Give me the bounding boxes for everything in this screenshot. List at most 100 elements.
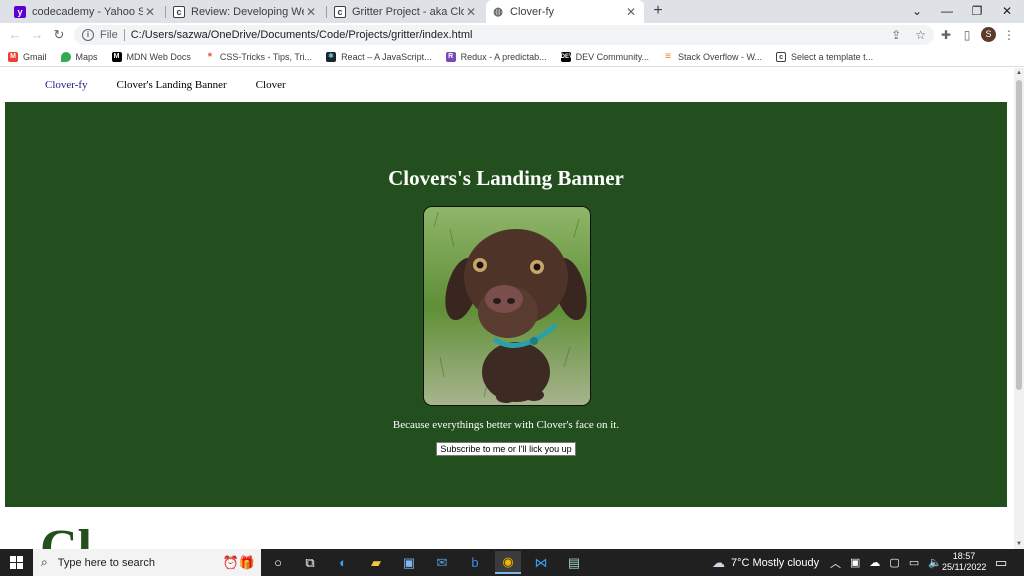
- notifications-icon[interactable]: ▭: [995, 549, 1007, 576]
- battery-icon[interactable]: ▭: [909, 556, 919, 569]
- bookmark-label: CSS-Tricks - Tips, Tri...: [219, 51, 313, 62]
- dog-illustration: [424, 207, 590, 405]
- search-icon: ⌕: [41, 555, 48, 569]
- extensions-puzzle-icon[interactable]: ✚: [938, 27, 954, 43]
- cortana-icon[interactable]: ○: [265, 551, 291, 574]
- react-icon: ⚛: [326, 51, 337, 62]
- notepad-icon[interactable]: ▤: [561, 551, 587, 574]
- site-nav: Clover-fy Clover's Landing Banner Clover: [45, 79, 286, 91]
- bookmark-label: DEV Community...: [575, 51, 650, 62]
- tab-search-chevron-icon[interactable]: ⌄: [902, 0, 932, 23]
- nav-link-landing-banner[interactable]: Clover's Landing Banner: [117, 79, 227, 91]
- taskbar-clock[interactable]: 18:57 25/11/2022: [942, 551, 986, 573]
- close-icon[interactable]: ✕: [304, 5, 318, 19]
- bookmark-label: React – A JavaScript...: [341, 51, 432, 62]
- bookmark-gmail[interactable]: M Gmail: [8, 51, 47, 62]
- page-scrollbar[interactable]: ▲ ▼: [1014, 68, 1024, 549]
- partial-section-heading: Cl: [40, 520, 92, 550]
- browser-tab-1[interactable]: y codecademy - Yahoo Search Res ✕: [8, 0, 163, 23]
- info-icon[interactable]: i: [82, 29, 94, 41]
- tab-strip: y codecademy - Yahoo Search Res ✕ c Revi…: [0, 0, 1024, 23]
- browser-tab-3[interactable]: c Gritter Project - aka Clover - Co ✕: [328, 0, 484, 23]
- bookmarks-bar: M Gmail Maps M MDN Web Docs * CSS-Tricks…: [0, 47, 1024, 67]
- tab-divider: [326, 6, 327, 18]
- edge-icon[interactable]: ◐: [330, 551, 356, 574]
- bookmark-react[interactable]: ⚛ React – A JavaScript...: [326, 51, 432, 62]
- tray-chevron-icon[interactable]: ︿: [830, 555, 841, 571]
- codecademy-icon: c: [776, 51, 787, 62]
- window-close-icon[interactable]: ✕: [992, 0, 1022, 23]
- task-view-icon[interactable]: ⧉: [297, 551, 323, 574]
- tab-title: codecademy - Yahoo Search Res: [32, 5, 143, 18]
- minimize-icon[interactable]: —: [932, 0, 962, 23]
- reload-icon[interactable]: ↻: [51, 27, 67, 43]
- weather-text: 7°C Mostly cloudy: [731, 556, 820, 569]
- tab-title: Gritter Project - aka Clover - Co: [352, 5, 464, 18]
- address-bar[interactable]: i File C:/Users/sazwa/OneDrive/Documents…: [74, 25, 934, 45]
- globe-icon: ◍: [492, 5, 504, 18]
- dev-icon: DEV: [560, 51, 574, 62]
- bookmark-css-tricks[interactable]: * CSS-Tricks - Tips, Tri...: [204, 51, 313, 62]
- close-icon[interactable]: ✕: [143, 5, 157, 19]
- stackoverflow-icon: ≡: [663, 51, 674, 62]
- bookmark-star-icon[interactable]: ☆: [915, 28, 926, 42]
- taskbar-search-box[interactable]: ⌕ Type here to search ⏰🎁: [33, 549, 261, 576]
- banner-tagline: Because everythings better with Clover's…: [392, 419, 620, 431]
- windows-taskbar: ⌕ Type here to search ⏰🎁 ○ ⧉ ◐ ▰ ▣ ✉ b ◉…: [0, 549, 1024, 576]
- bookmark-label: Select a template t...: [791, 51, 874, 62]
- side-panel-icon[interactable]: ▯: [959, 27, 975, 43]
- nav-link-clover[interactable]: Clover: [256, 79, 286, 91]
- scroll-down-icon[interactable]: ▼: [1014, 539, 1024, 549]
- bing-icon[interactable]: b: [462, 551, 488, 574]
- cloudy-weather-icon: ☁: [712, 554, 725, 570]
- profile-avatar[interactable]: S: [981, 27, 996, 42]
- back-arrow-icon[interactable]: ←: [7, 27, 23, 43]
- close-icon[interactable]: ✕: [624, 5, 638, 19]
- subscribe-button[interactable]: Subscribe to me or I'll lick you up: [436, 442, 576, 456]
- close-icon[interactable]: ✕: [464, 5, 478, 19]
- gmail-icon: M: [8, 51, 18, 62]
- meet-now-icon[interactable]: ▢: [889, 556, 899, 569]
- bookmark-dev[interactable]: DEV DEV Community...: [560, 51, 650, 62]
- windows-start-icon[interactable]: [10, 556, 23, 569]
- bookmark-stackoverflow[interactable]: ≡ Stack Overflow - W...: [663, 51, 762, 62]
- page-viewport: Clover-fy Clover's Landing Banner Clover…: [0, 68, 1014, 549]
- browser-tab-active[interactable]: ◍ Clover-fy ✕: [486, 0, 644, 23]
- weather-widget[interactable]: ☁ 7°C Mostly cloudy: [712, 549, 819, 576]
- vscode-icon[interactable]: ⋈: [528, 551, 554, 574]
- mdn-icon: M: [111, 51, 122, 62]
- file-explorer-icon[interactable]: ▰: [363, 551, 389, 574]
- forward-arrow-icon[interactable]: →: [29, 27, 45, 43]
- volume-icon[interactable]: 🔈: [928, 556, 942, 569]
- scheme-label: File: [100, 29, 118, 41]
- tray-app-icon[interactable]: ▣: [850, 556, 860, 569]
- bookmark-label: Redux - A predictab...: [460, 51, 547, 62]
- share-icon[interactable]: ⇪: [891, 28, 901, 42]
- bookmark-maps[interactable]: Maps: [60, 51, 98, 62]
- store-icon[interactable]: ▣: [396, 551, 422, 574]
- bookmark-label: Gmail: [23, 51, 47, 62]
- chrome-icon[interactable]: ◉: [495, 551, 521, 574]
- onedrive-icon[interactable]: ☁: [869, 556, 880, 569]
- bookmark-template[interactable]: c Select a template t...: [776, 51, 874, 62]
- redux-icon: R: [445, 51, 456, 62]
- clover-dog-photo: [423, 206, 591, 406]
- mail-icon[interactable]: ✉: [429, 551, 455, 574]
- browser-tab-2[interactable]: c Review: Developing Websites Lo ✕: [167, 0, 324, 23]
- tab-divider: [165, 6, 166, 18]
- maps-pin-icon: [60, 51, 71, 62]
- address-url[interactable]: C:/Users/sazwa/OneDrive/Documents/Code/P…: [131, 29, 473, 41]
- nav-link-clover-fy[interactable]: Clover-fy: [45, 79, 88, 91]
- codecademy-icon: c: [173, 5, 185, 18]
- css-tricks-icon: *: [204, 51, 215, 62]
- landing-banner: Clovers's Landing Banner Because everyth…: [5, 102, 1007, 507]
- scrollbar-thumb[interactable]: [1016, 80, 1022, 390]
- clock-date: 25/11/2022: [942, 562, 987, 572]
- new-tab-button[interactable]: +: [650, 0, 666, 23]
- kebab-menu-icon[interactable]: ⋮: [1001, 27, 1017, 43]
- tab-title: Review: Developing Websites Lo: [191, 5, 304, 18]
- restore-icon[interactable]: ❐: [962, 0, 992, 23]
- scroll-up-icon[interactable]: ▲: [1014, 68, 1024, 78]
- bookmark-redux[interactable]: R Redux - A predictab...: [445, 51, 547, 62]
- bookmark-mdn[interactable]: M MDN Web Docs: [111, 51, 191, 62]
